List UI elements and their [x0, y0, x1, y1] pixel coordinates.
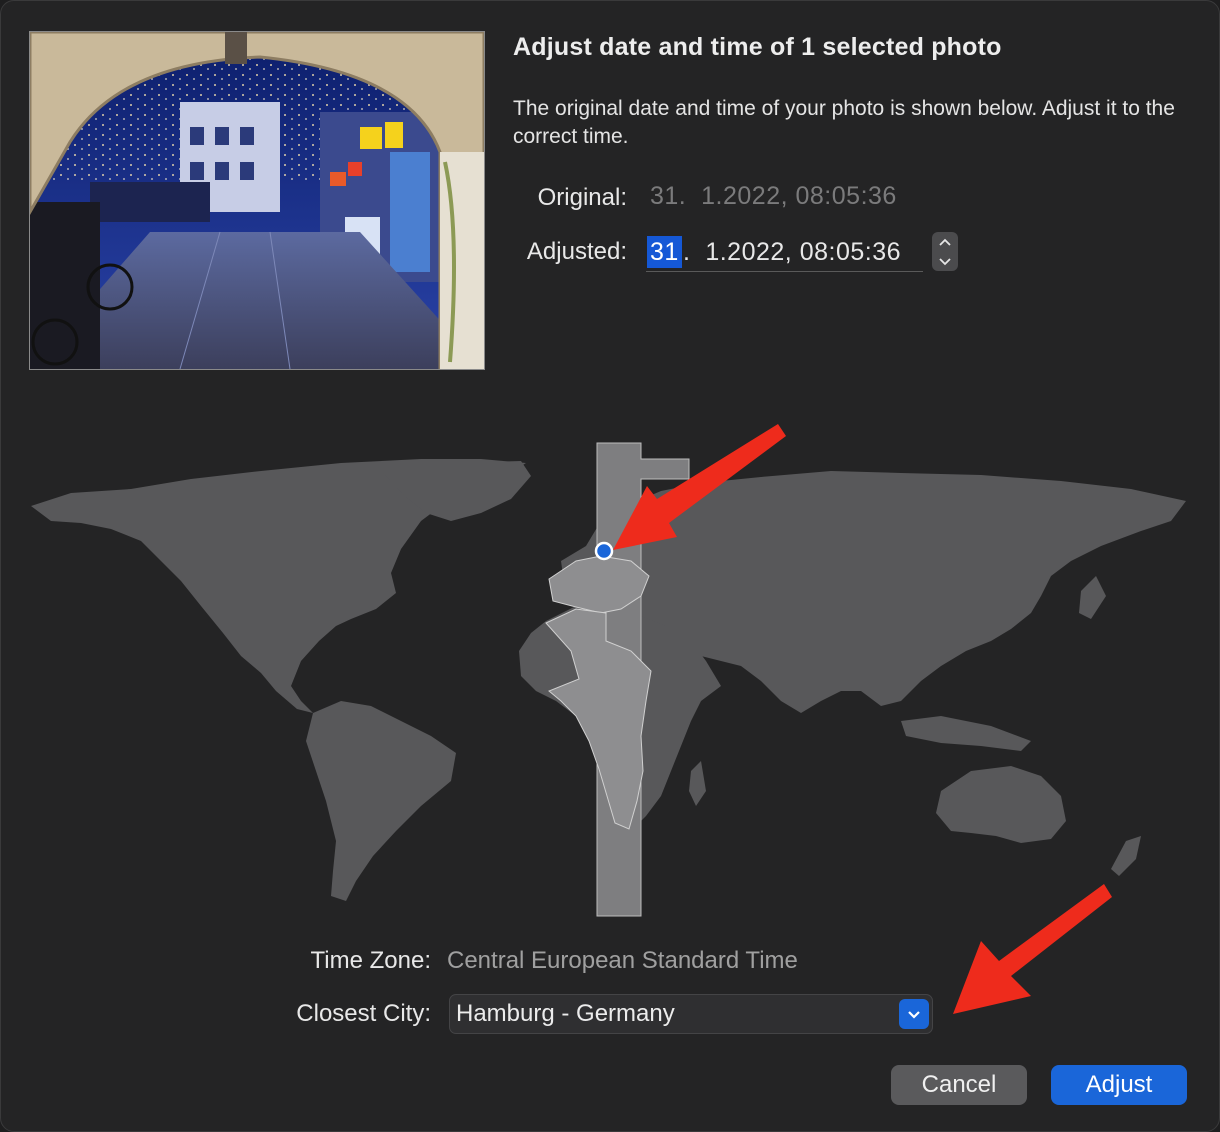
dialog-description: The original date and time of your photo…	[513, 97, 1175, 148]
chevron-down-icon[interactable]	[899, 999, 929, 1029]
chevron-down-icon[interactable]	[932, 252, 958, 271]
japan-landmass	[1079, 576, 1106, 619]
south-america-landmass	[306, 701, 456, 901]
world-time-zone-map[interactable]	[1, 431, 1219, 921]
chevron-up-icon[interactable]	[932, 232, 958, 251]
australia-landmass	[936, 766, 1066, 843]
closest-city-label: Closest City:	[296, 1000, 431, 1027]
cancel-button[interactable]: Cancel	[891, 1065, 1027, 1105]
dialog-title: Adjust date and time of 1 selected photo	[513, 33, 1002, 61]
photo-thumbnail	[29, 31, 485, 370]
location-dot-icon[interactable]	[594, 541, 614, 561]
time-zone-label: Time Zone:	[310, 947, 431, 974]
adjusted-day-segment[interactable]: 31	[647, 236, 682, 268]
adjust-date-time-dialog: Adjust date and time of 1 selected photo…	[0, 0, 1220, 1132]
time-zone-value: Central European Standard Time	[447, 947, 798, 974]
southeast-asia-islands	[901, 716, 1031, 751]
closest-city-popup[interactable]: Hamburg - Germany	[449, 994, 933, 1034]
date-stepper[interactable]	[932, 232, 958, 271]
adjust-button[interactable]: Adjust	[1051, 1065, 1187, 1105]
original-label: Original:	[537, 184, 627, 211]
adjusted-date-rest[interactable]: . 1.2022, 08:05:36	[683, 236, 901, 268]
new-zealand-landmass	[1111, 836, 1141, 876]
adjusted-label: Adjusted:	[526, 238, 627, 265]
closest-city-value[interactable]: Hamburg - Germany	[456, 1000, 675, 1028]
madagascar-landmass	[689, 761, 706, 806]
original-date-value: 31. 1.2022, 08:05:36	[650, 182, 897, 210]
adjusted-date-field[interactable]: 31 . 1.2022, 08:05:36	[646, 231, 923, 272]
